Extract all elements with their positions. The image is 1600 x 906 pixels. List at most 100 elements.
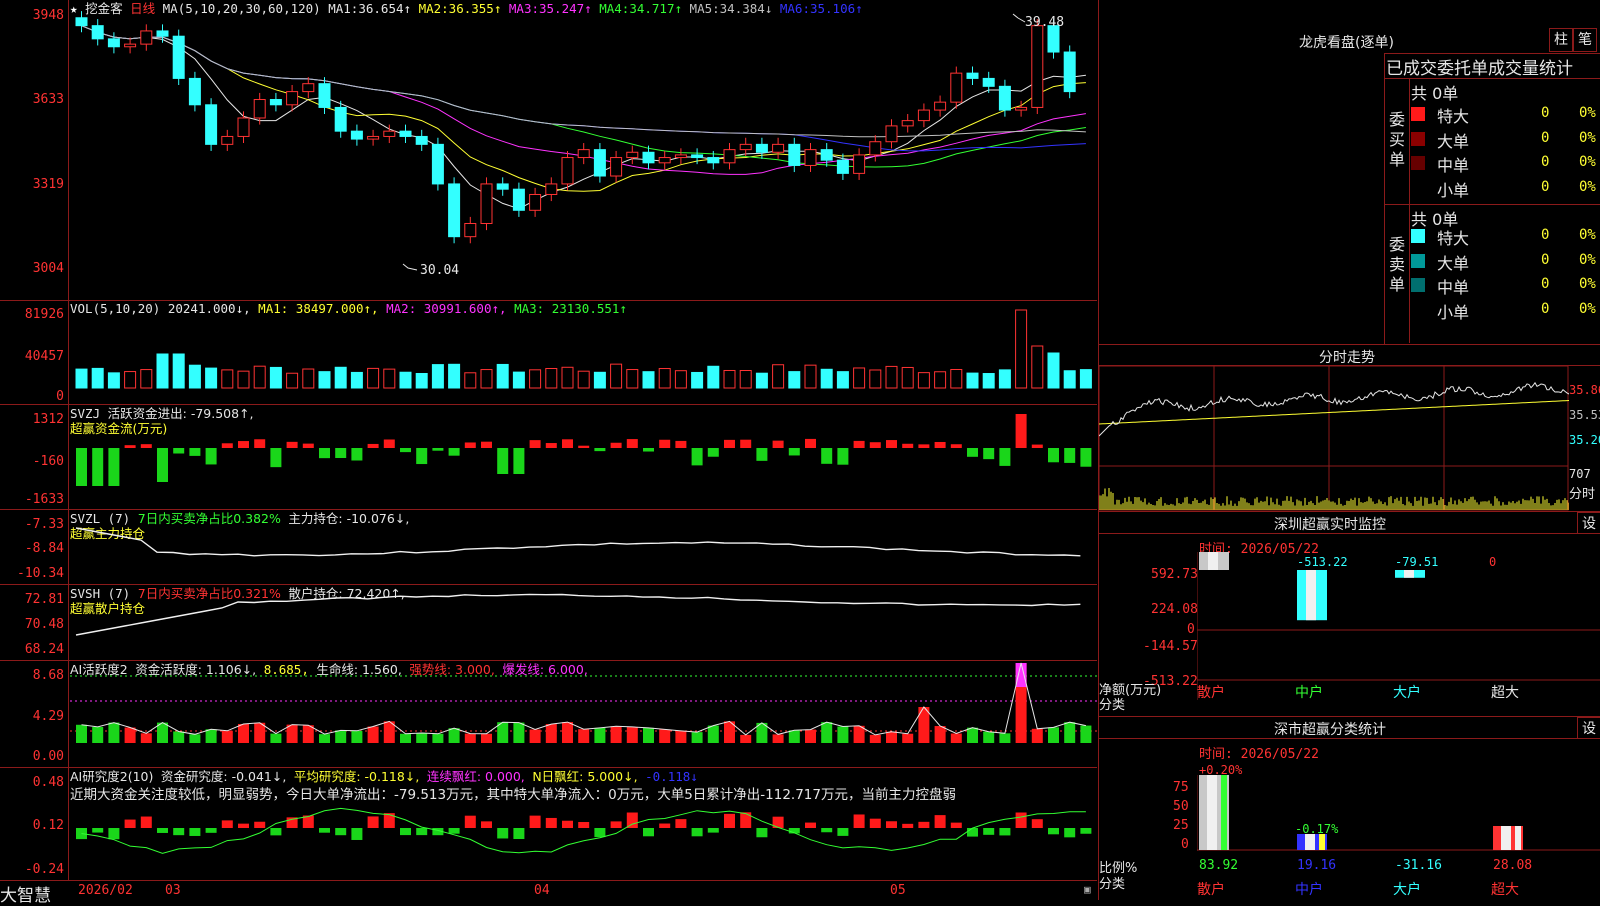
sz-value-label: -513.22 (1297, 555, 1348, 569)
ai-activity-panel[interactable]: AI活跃度2 资金活跃度: 1.106↓, 8.685, 生命线: 1.560,… (0, 661, 1097, 768)
volume-bar (901, 366, 914, 389)
fl-section: 深市超赢分类统计 设 时间: 2026/05/22 75 50 25 0 比例%… (1099, 717, 1600, 900)
lock-icon[interactable]: ▣ (1084, 883, 1091, 896)
ai2-ytick-3: -0.24 (24, 862, 64, 877)
order-count: 0 (1541, 300, 1550, 317)
kline-ytick-4: 3004 (32, 261, 64, 276)
volume-bar (318, 371, 331, 389)
fl-settings-button[interactable]: 设 (1577, 717, 1600, 739)
intraday-ytick-2: 35.53 (1569, 408, 1600, 422)
kline-panel[interactable]: ★ 挖金客 日线 MA(5,10,20,30,60,120) MA1:36.65… (0, 0, 1097, 301)
intraday-canvas[interactable] (1099, 366, 1569, 511)
ai-activity-canvas[interactable] (70, 661, 1097, 767)
money-flow-bar (189, 448, 201, 456)
intraday-section: 分时走势 35.86 35.53 35.20 707 分时 (1099, 345, 1600, 512)
activity-bar (740, 734, 752, 743)
volume-bar (998, 369, 1011, 389)
order-row: 中单 0 0% (1411, 274, 1600, 297)
order-row: 小单 0 0% (1411, 299, 1600, 322)
svzl-ytick-2: -8.84 (24, 541, 64, 556)
kline-canvas[interactable]: 39.48 30.04 (70, 0, 1097, 300)
ai-research-panel[interactable]: AI研究度2(10) 资金研究度: -0.041↓, 平均研究度: -0.118… (0, 768, 1097, 881)
research-bar (740, 812, 752, 828)
volume-bar (334, 366, 347, 389)
volume-bar (415, 372, 428, 389)
volume-bar (367, 367, 380, 389)
research-bar (270, 828, 282, 836)
fl-ytick-4: 0 (1181, 837, 1189, 852)
candle-body (431, 143, 444, 185)
sz-bar-chart[interactable]: 592.73-513.22-79.510 (1197, 552, 1600, 700)
volume-bar (836, 371, 849, 389)
volume-bar (772, 364, 785, 389)
money-flow-bar (918, 444, 930, 448)
research-bar (92, 828, 104, 833)
research-bar (562, 820, 573, 828)
order-percent: 0% (1579, 105, 1596, 121)
ai-research-canvas[interactable] (70, 768, 1097, 880)
volume-bar (107, 372, 120, 389)
sz-ytick-2: 224.08 (1151, 602, 1198, 617)
volume-panel[interactable]: VOL(5,10,20) 20241.000↓, MA1: 38497.000↑… (0, 300, 1097, 405)
svzj-panel[interactable]: SVZJ 活跃资金进出: -79.508↑, 超赢资金流(万元) 1312 -1… (0, 405, 1097, 510)
research-bar (594, 828, 606, 838)
svzl-canvas[interactable] (70, 510, 1097, 584)
lhb-section: 龙虎看盘(逐单) 柱 笔 已成交委托单成交量统计 委买单 委卖单 共 0单 共 … (1099, 0, 1600, 345)
lhb-tabs-text[interactable]: 已成交委托单成交量统计 (1386, 54, 1573, 79)
sz-settings-button[interactable]: 设 (1577, 512, 1600, 534)
vol-ytick-3: 0 (56, 389, 64, 404)
money-flow-bar (1015, 414, 1027, 448)
candle-body (188, 77, 201, 106)
money-flow-bar (691, 448, 703, 466)
btn-bar-mode[interactable]: 柱 (1549, 28, 1573, 52)
svsh-canvas[interactable] (70, 585, 1097, 660)
volume-bar (237, 370, 250, 389)
research-bar (918, 821, 930, 828)
money-flow-bar (351, 448, 363, 461)
money-flow-bar (1031, 444, 1043, 448)
activity-bar (999, 733, 1011, 743)
research-bar (902, 823, 914, 828)
activity-bar (675, 730, 687, 743)
research-bar (529, 815, 541, 828)
activity-bar (302, 725, 314, 743)
research-bar (1080, 828, 1092, 834)
ai1-ytick-1: 8.68 (32, 668, 64, 683)
money-flow-bar (238, 441, 249, 448)
candle-body (156, 30, 169, 37)
svsh-panel[interactable]: SVSH (7) 7日内买卖净占比0.321% 散户持仓: 72.420↑, 超… (0, 585, 1097, 661)
research-bar (1031, 819, 1043, 828)
money-flow-bar (302, 443, 314, 448)
sz-net-bar-highlight (1208, 552, 1218, 570)
volume-bar (982, 373, 995, 389)
btn-tick-mode[interactable]: 笔 (1573, 28, 1597, 52)
volume-bar (1063, 370, 1076, 389)
candle-body (140, 30, 153, 45)
candle-body (512, 188, 525, 211)
candle-body (836, 159, 849, 174)
svzj-ytick-2: -160 (32, 454, 64, 469)
order-percent: 0% (1579, 251, 1596, 268)
volume-canvas[interactable] (70, 300, 1097, 404)
activity-bar (1080, 725, 1092, 743)
svzj-canvas[interactable] (70, 405, 1097, 509)
research-bar (124, 819, 136, 828)
activity-bar (173, 731, 185, 743)
money-flow-bar (950, 444, 962, 448)
svzl-ytick-1: -7.33 (24, 517, 64, 532)
activity-bar (610, 726, 622, 743)
volume-bar (512, 371, 525, 389)
svzl-panel[interactable]: SVZL (7) 7日内买卖净占比0.382% 主力持仓: -10.076↓, … (0, 510, 1097, 585)
candle-body (772, 143, 785, 153)
high-price-label: 39.48 (1025, 15, 1064, 30)
activity-bar (529, 729, 541, 743)
activity-bar (821, 722, 833, 743)
buy-orders-label: 委买单 (1389, 110, 1406, 169)
fl-bar-chart[interactable] (1197, 775, 1600, 851)
research-bar (578, 822, 590, 828)
money-flow-bar (513, 448, 525, 474)
candle-body (610, 157, 623, 177)
money-flow-bar (205, 448, 217, 465)
fl-ytick-1: 75 (1173, 780, 1189, 795)
ai1-ytick-2: 4.29 (32, 709, 64, 724)
